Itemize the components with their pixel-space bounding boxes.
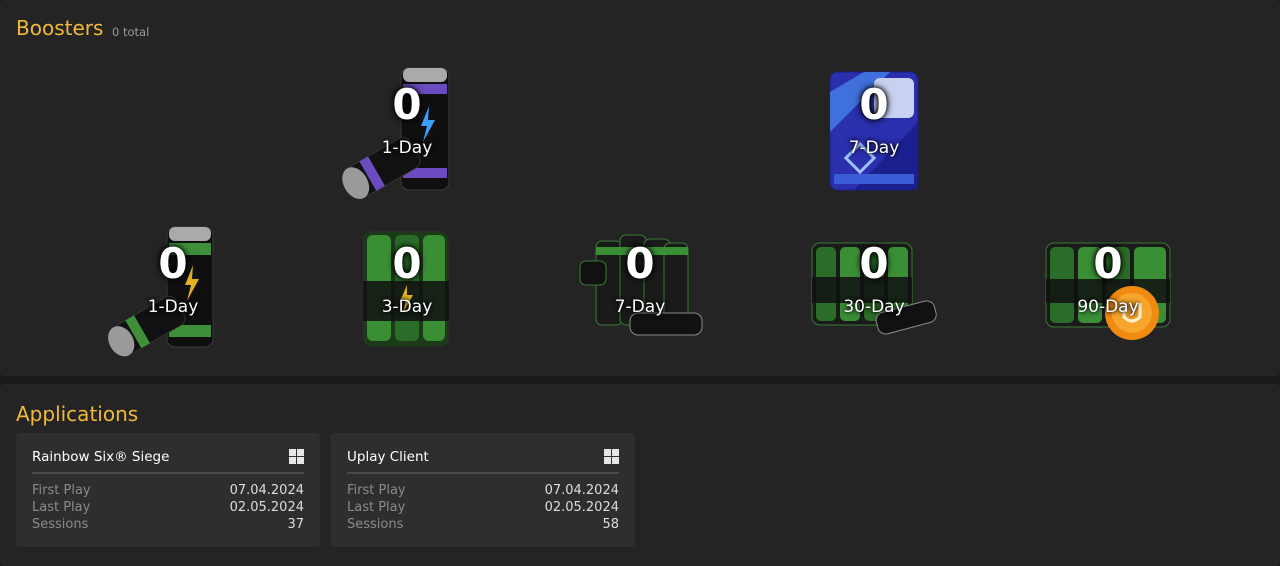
card-divider [32,472,304,474]
stat-label: First Play [347,483,406,498]
app-card-uplay-client[interactable]: Uplay Client First Play 07.04.2024 Last … [331,433,635,547]
stat-label: Last Play [32,500,91,515]
windows-icon [604,449,619,464]
stat-row-last-play: Last Play 02.05.2024 [347,500,619,517]
stat-row-first-play: First Play 07.04.2024 [347,483,619,500]
boosters-title: Boosters [16,16,104,40]
stat-row-last-play: Last Play 02.05.2024 [32,500,304,517]
booster-count: 0 [392,239,422,288]
booster-item[interactable]: 0 90-Day [1028,221,1188,361]
stat-row-first-play: First Play 07.04.2024 [32,483,304,500]
booster-item[interactable]: 0 7-Day [560,221,720,361]
stat-row-sessions: Sessions 37 [32,517,304,534]
windows-icon [289,449,304,464]
booster-item[interactable]: 0 30-Day [794,221,954,361]
app-name: Uplay Client [347,449,429,465]
stat-value: 07.04.2024 [544,483,619,498]
booster-duration-label: 90-Day [1077,297,1139,317]
booster-item[interactable]: 0 1-Day [93,221,253,361]
applications-title: Applications [16,402,139,426]
booster-count: 0 [1093,239,1123,288]
app-card-rainbow-six-siege[interactable]: Rainbow Six® Siege First Play 07.04.2024… [16,433,320,547]
booster-duration-label: 7-Day [614,297,666,317]
card-divider [347,472,619,474]
stat-value: 02.05.2024 [229,500,304,515]
booster-item[interactable]: 0 1-Day [327,62,487,202]
stat-label: Sessions [32,517,89,532]
booster-count: 0 [625,239,655,288]
booster-duration-label: 30-Day [843,297,905,317]
stat-value: 07.04.2024 [229,483,304,498]
stat-row-sessions: Sessions 58 [347,517,619,534]
booster-duration-label: 3-Day [381,297,433,317]
booster-duration-label: 1-Day [147,297,199,317]
stat-label: Sessions [347,517,404,532]
booster-count: 0 [859,80,889,129]
stat-label: First Play [32,483,91,498]
booster-item[interactable]: 0 3-Day [327,221,487,361]
stat-value: 58 [602,517,619,532]
booster-count: 0 [859,239,889,288]
booster-item[interactable]: 0 7-Day [794,62,954,202]
booster-duration-label: 1-Day [381,138,433,158]
stat-value: 37 [287,517,304,532]
booster-count: 0 [158,239,188,288]
app-name: Rainbow Six® Siege [32,449,170,465]
stat-value: 02.05.2024 [544,500,619,515]
boosters-total-count: 0 total [112,25,150,39]
booster-count: 0 [392,80,422,129]
booster-duration-label: 7-Day [848,138,900,158]
stat-label: Last Play [347,500,406,515]
